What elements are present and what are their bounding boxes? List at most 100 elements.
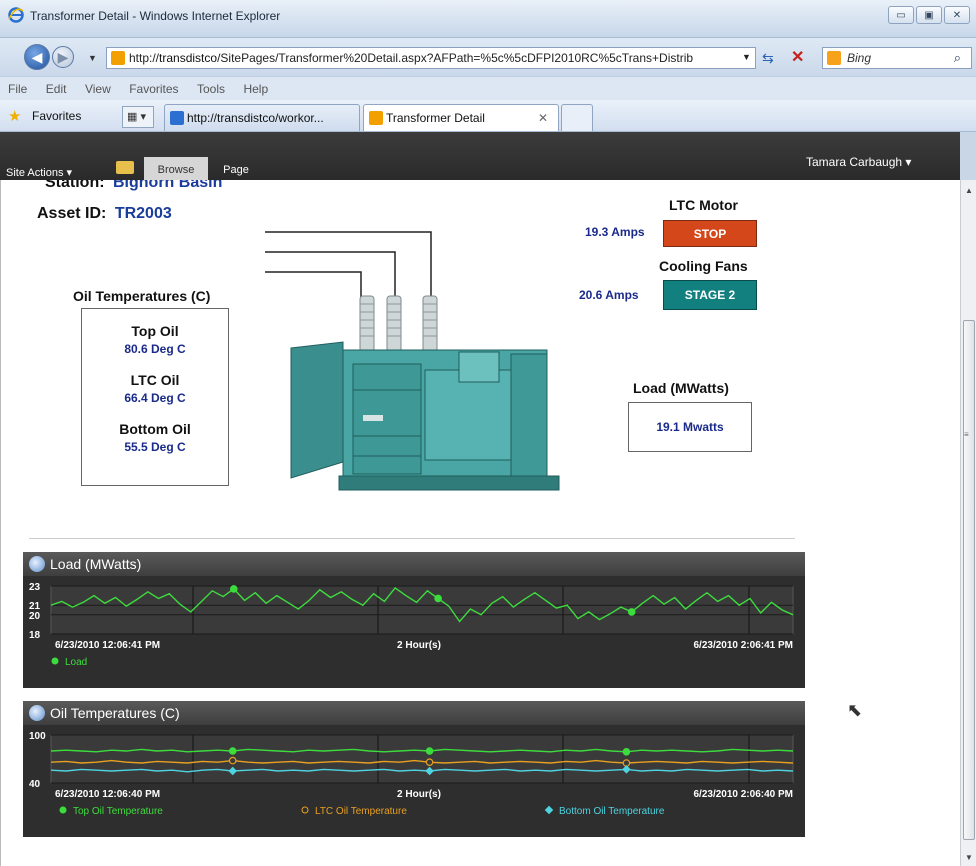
cooling-fans-status-button[interactable]: STAGE 2 [663, 280, 757, 310]
tab-page[interactable]: Page [214, 157, 258, 180]
load-title: Load (MWatts) [633, 380, 729, 396]
y-tick-label: 23 [29, 582, 41, 593]
legend-marker [544, 805, 554, 815]
oil-trend-header: Oil Temperatures (C) [23, 701, 805, 725]
ie-page-icon [170, 111, 184, 125]
address-bar[interactable]: http://transdistco/SitePages/Transformer… [106, 47, 756, 69]
window-title: Transformer Detail - Windows Internet Ex… [30, 9, 281, 23]
search-icon[interactable]: ⌕ [954, 50, 961, 66]
station-row: Station: Bighorn Basin [45, 180, 222, 192]
station-value: Bighorn Basin [113, 180, 223, 191]
cooling-fans-title: Cooling Fans [659, 258, 748, 274]
section-divider [29, 538, 795, 539]
minimize-button[interactable]: ▭ [888, 6, 914, 24]
site-actions-menu[interactable]: Site Actions ▾ [6, 166, 72, 179]
top-oil-label: Top Oil [131, 323, 179, 339]
menu-favorites[interactable]: Favorites [129, 82, 178, 96]
favorites-star-icon[interactable]: ★ [8, 107, 21, 125]
menu-tools[interactable]: Tools [197, 82, 225, 96]
tab-transformer-detail[interactable]: Transformer Detail ✕ [363, 104, 559, 131]
menu-bar: File Edit View Favorites Tools Help [0, 76, 976, 100]
oil-trend-panel: Oil Temperatures (C) 100 40 6/23/2010 12:0… [23, 701, 805, 837]
scroll-down-icon[interactable]: ▼ [965, 853, 973, 862]
scroll-grip-icon: ≡ [964, 430, 969, 439]
legend-marker [301, 806, 309, 814]
ltc-motor-status-button[interactable]: STOP [663, 220, 757, 247]
transformer-illustration [265, 231, 560, 491]
legend-label: Bottom Oil Temperature [559, 806, 665, 817]
new-tab-button[interactable] [561, 104, 593, 131]
menu-help[interactable]: Help [243, 82, 268, 96]
back-button[interactable]: ◀ [24, 44, 50, 70]
address-dropdown-icon[interactable]: ▼ [742, 52, 751, 62]
quick-tabs-button[interactable]: ▦ ▾ [122, 106, 154, 128]
sharepoint-ribbon: Site Actions ▾ Browse Page Tamara Carbau… [0, 132, 960, 180]
favorites-button[interactable]: Favorites [32, 109, 81, 123]
plot-area [50, 734, 794, 784]
cooling-fans-amps: 20.6 Amps [579, 288, 639, 302]
bottom-oil-label: Bottom Oil [119, 421, 191, 437]
x-start-label: 6/23/2010 12:06:40 PM [55, 789, 160, 800]
tab-workorders[interactable]: http://transdistco/workor... [164, 104, 360, 131]
bottom-oil-value: 55.5 Deg C [124, 440, 186, 454]
maximize-button[interactable]: ▣ [916, 6, 942, 24]
load-trend-header: Load (MWatts) [23, 552, 805, 576]
y-tick-label: 100 [29, 731, 46, 742]
x-end-label: 6/23/2010 2:06:40 PM [693, 789, 793, 800]
quick-tabs-icon: ▦ ▾ [127, 111, 146, 123]
navigate-up-icon[interactable] [116, 161, 134, 174]
asset-id-row: Asset ID: TR2003 [37, 205, 172, 223]
forward-button[interactable]: ▶ [52, 46, 74, 68]
station-label: Station: [45, 180, 105, 191]
menu-edit[interactable]: Edit [46, 82, 67, 96]
top-oil-value: 80.6 Deg C [124, 342, 186, 356]
ltc-motor-amps: 19.3 Amps [585, 225, 645, 239]
oil-temperatures-title: Oil Temperatures (C) [73, 288, 211, 304]
menu-view[interactable]: View [85, 82, 111, 96]
address-path: /SitePages/Transformer%20Detail.aspx?AFP… [217, 51, 694, 65]
x-span-label: 2 Hour(s) [397, 640, 441, 651]
load-trend-chart[interactable]: 232120186/23/2010 12:06:41 PM 2 Hour(s) 6/… [23, 576, 805, 688]
ltc-oil-label: LTC Oil [130, 372, 180, 388]
load-trend-panel: Load (MWatts) 23 21 20 18 6/23/2010 12:06:41… [23, 552, 805, 688]
close-window-button[interactable]: ✕ [944, 6, 970, 24]
scroll-thumb[interactable] [963, 320, 975, 840]
tab-browse[interactable]: Browse [144, 157, 208, 180]
search-input[interactable]: Bing ⌕ [822, 47, 972, 69]
data-marker [230, 585, 238, 593]
bing-icon [827, 51, 841, 65]
legend-label: Top Oil Temperature [73, 806, 163, 817]
oil-trend-chart[interactable]: 100 40 6/23/2010 12:06:40 PM 2 Hour(s) 6/23/… [23, 725, 805, 837]
navigation-bar: ◀ ▶ ▼ http://transdistco/SitePages/Trans… [0, 38, 976, 76]
oil-trend-title: Oil Temperatures (C) [50, 705, 180, 721]
data-marker [425, 747, 434, 755]
compatibility-refresh-icon[interactable]: ⇆ [762, 50, 774, 67]
plot-area [50, 585, 794, 635]
tab-label: Transformer Detail [386, 111, 485, 125]
back-arrow-icon: ◀ [31, 48, 43, 65]
close-tab-icon[interactable]: ✕ [538, 111, 548, 125]
legend-label: Load [65, 657, 87, 668]
scroll-up-icon[interactable]: ▲ [965, 186, 973, 195]
user-menu[interactable]: Tamara Carbaugh ▾ [806, 155, 911, 169]
stop-loading-icon[interactable]: ✕ [791, 47, 804, 67]
tab-label: http://transdistco/workor... [187, 111, 324, 125]
internet-explorer-icon [8, 7, 24, 23]
load-trend-title: Load (MWatts) [50, 556, 142, 572]
page-scrollbar[interactable]: ▲ ≡ ▼ [960, 180, 976, 866]
menu-file[interactable]: File [8, 82, 27, 96]
asset-id-value: TR2003 [114, 205, 172, 222]
x-end-label: 6/23/2010 2:06:41 PM [693, 640, 793, 651]
history-dropdown-icon[interactable]: ▼ [88, 53, 97, 63]
x-span-label: 2 Hour(s) [397, 789, 441, 800]
forward-arrow-icon: ▶ [57, 48, 69, 65]
load-value: 19.1 Mwatts [628, 402, 752, 452]
mouse-pointer-icon: ⬉ [847, 700, 863, 720]
window-titlebar: Transformer Detail - Windows Internet Ex… [0, 0, 976, 38]
trend-globe-icon [29, 556, 45, 572]
data-marker [434, 594, 442, 603]
x-start-label: 6/23/2010 12:06:41 PM [55, 640, 160, 651]
page-content: Station: Bighorn Basin Asset ID: TR2003 … [0, 180, 960, 866]
ltc-oil-value: 66.4 Deg C [124, 391, 186, 405]
ltc-motor-title: LTC Motor [669, 197, 738, 213]
